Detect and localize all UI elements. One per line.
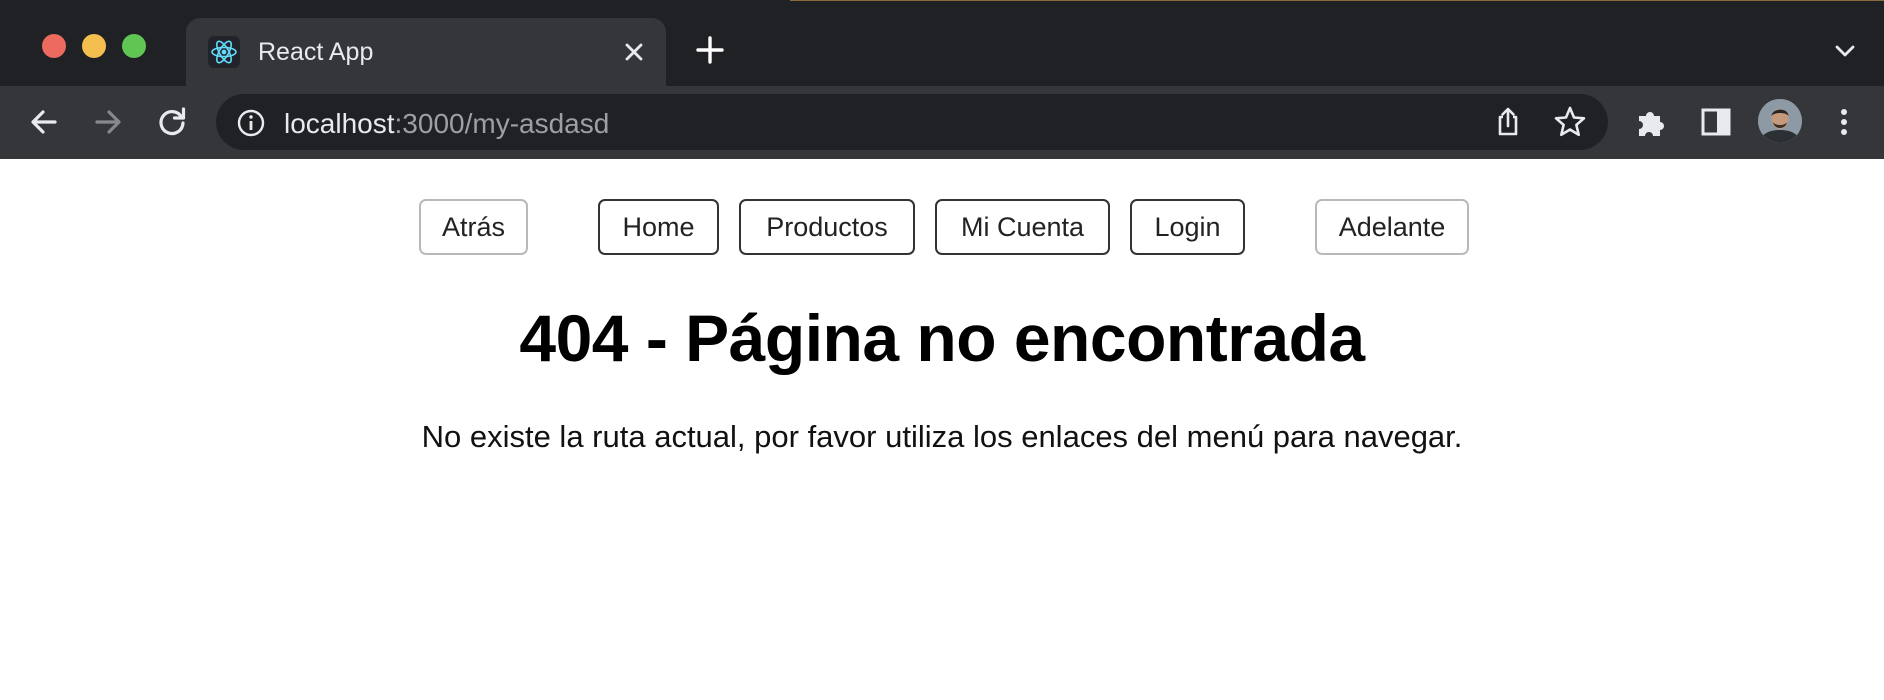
back-icon[interactable] bbox=[26, 104, 62, 140]
share-icon[interactable] bbox=[1490, 104, 1526, 140]
forward-icon[interactable] bbox=[90, 104, 126, 140]
window-zoom-button[interactable] bbox=[122, 34, 146, 58]
star-icon[interactable] bbox=[1552, 104, 1588, 140]
window-minimize-button[interactable] bbox=[82, 34, 106, 58]
tab-strip: React App bbox=[0, 0, 1884, 86]
reload-icon[interactable] bbox=[154, 104, 190, 140]
url-path: :3000/my-asdasd bbox=[394, 108, 610, 139]
close-tab-icon[interactable] bbox=[618, 36, 650, 68]
tab-search-chevron-icon[interactable] bbox=[1830, 36, 1860, 66]
site-info-icon[interactable] bbox=[236, 108, 266, 138]
forward-button[interactable]: Adelante bbox=[1315, 199, 1469, 255]
react-logo-icon bbox=[208, 36, 240, 68]
tab-react-app[interactable]: React App bbox=[186, 18, 666, 86]
nav-home-button[interactable]: Home bbox=[598, 199, 719, 255]
url-host: localhost bbox=[284, 108, 395, 139]
page-content: Atrás Home Productos Mi Cuenta Login Ade… bbox=[0, 159, 1884, 700]
nav-productos-button[interactable]: Productos bbox=[739, 199, 915, 255]
url-text[interactable]: localhost:3000/my-asdasd bbox=[284, 108, 609, 140]
nav-mi-cuenta-button[interactable]: Mi Cuenta bbox=[935, 199, 1110, 255]
nav-login-button[interactable]: Login bbox=[1130, 199, 1245, 255]
error-message: No existe la ruta actual, por favor util… bbox=[421, 419, 1463, 454]
tab-strip-edge bbox=[790, 0, 1884, 1]
browser-toolbar: localhost:3000/my-asdasd bbox=[0, 86, 1884, 159]
window-close-button[interactable] bbox=[42, 34, 66, 58]
tab-title: React App bbox=[258, 38, 374, 66]
kebab-menu-icon[interactable] bbox=[1826, 104, 1862, 140]
back-button[interactable]: Atrás bbox=[419, 199, 528, 255]
address-bar[interactable]: localhost:3000/my-asdasd bbox=[216, 94, 1608, 150]
extensions-icon[interactable] bbox=[1634, 104, 1670, 140]
page-title: 404 - Página no encontrada bbox=[519, 301, 1365, 375]
browser-chrome: React App localhost:3000/my-asdasd bbox=[0, 0, 1884, 159]
profile-avatar[interactable] bbox=[1758, 99, 1802, 143]
new-tab-icon[interactable] bbox=[694, 34, 726, 66]
side-panel-icon[interactable] bbox=[1698, 104, 1734, 140]
